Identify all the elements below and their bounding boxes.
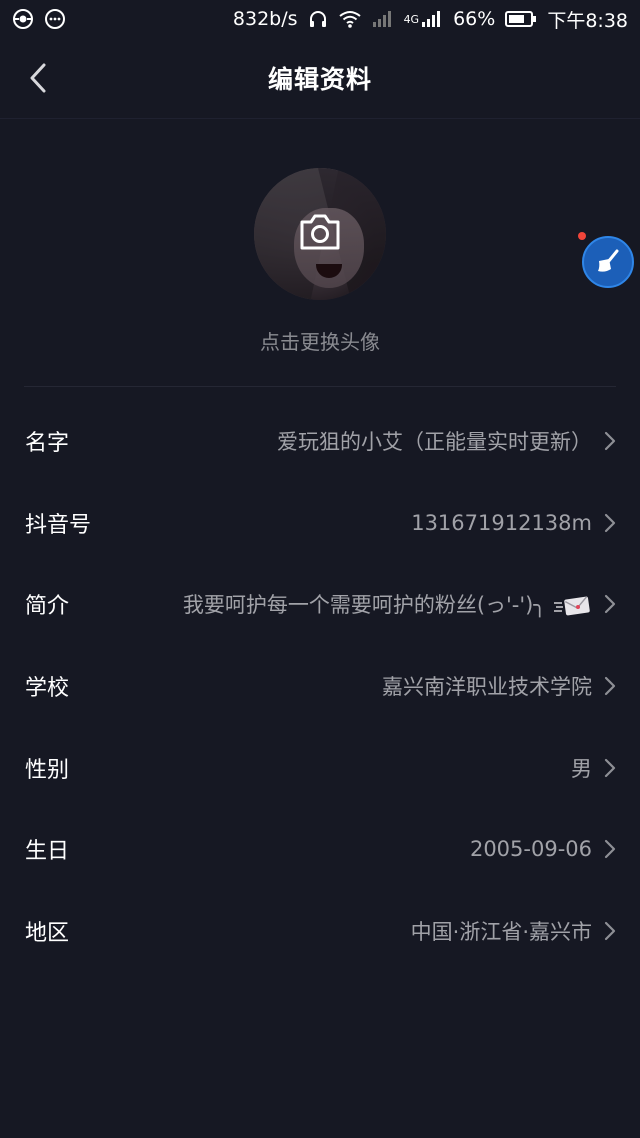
- flying-envelope-icon: [554, 596, 590, 616]
- field-label: 简介: [25, 594, 70, 620]
- app-icon: [12, 8, 34, 30]
- chevron-right-icon: [604, 431, 616, 451]
- top-nav-bar: 编辑资料: [0, 38, 640, 119]
- clock: 下午8:38: [547, 9, 628, 32]
- field-row-birthday[interactable]: 生日 2005-09-06: [0, 808, 640, 890]
- field-label: 学校: [25, 675, 70, 701]
- field-value: 我要呵护每一个需要呵护的粉丝(っ'-')╮: [182, 593, 546, 618]
- chevron-right-icon: [604, 921, 616, 941]
- chevron-right-icon: [604, 513, 616, 533]
- chevron-right-icon: [604, 676, 616, 696]
- field-label: 地区: [25, 920, 70, 946]
- back-button[interactable]: [18, 56, 58, 100]
- page-title: 编辑资料: [267, 65, 372, 94]
- field-value-wrap: 我要呵护每一个需要呵护的粉丝(っ'-')╮: [89, 589, 592, 619]
- floating-clean-button[interactable]: [582, 236, 634, 288]
- field-row-douyin-id[interactable]: 抖音号 131671912138m: [0, 482, 640, 564]
- wifi-icon: [338, 9, 362, 29]
- signal-icon: [372, 10, 394, 28]
- profile-fields: 名字 爱玩狙的小艾（正能量实时更新） 抖音号 131671912138m 简介 …: [0, 400, 640, 972]
- field-row-gender[interactable]: 性别 男: [0, 727, 640, 809]
- field-row-bio[interactable]: 简介 我要呵护每一个需要呵护的粉丝(っ'-')╮: [0, 563, 640, 645]
- avatar[interactable]: [254, 168, 386, 300]
- field-value: 嘉兴南洋职业技术学院: [382, 674, 592, 699]
- field-row-name[interactable]: 名字 爱玩狙的小艾（正能量实时更新）: [0, 400, 640, 482]
- change-avatar-caption[interactable]: 点击更换头像: [0, 326, 640, 355]
- headphones-icon: [308, 9, 328, 29]
- network-type: 4G: [403, 12, 420, 26]
- field-label: 生日: [25, 839, 70, 865]
- chevron-right-icon: [604, 594, 616, 614]
- chevron-right-icon: [604, 839, 616, 859]
- field-row-region[interactable]: 地区 中国·浙江省·嘉兴市: [0, 890, 640, 972]
- chevron-right-icon: [604, 758, 616, 778]
- field-row-school[interactable]: 学校 嘉兴南洋职业技术学院: [0, 645, 640, 727]
- camera-icon: [300, 214, 340, 250]
- field-value: 爱玩狙的小艾（正能量实时更新）: [277, 429, 592, 454]
- signal-icon: [421, 10, 443, 28]
- status-left: [12, 8, 66, 30]
- chevron-left-icon: [30, 63, 46, 93]
- broom-icon: [598, 249, 619, 272]
- field-value: 2005-09-06: [469, 837, 592, 862]
- field-label: 抖音号: [25, 512, 92, 538]
- notification-dot: [578, 232, 586, 240]
- battery-icon: [505, 10, 537, 28]
- field-value: 中国·浙江省·嘉兴市: [410, 919, 592, 944]
- field-value: 131671912138m: [411, 510, 592, 535]
- status-bar: 832b/s 4G 66% 下午8:38: [0, 0, 640, 38]
- edit-profile-screen: 832b/s 4G 66% 下午8:38 编辑资料 点击更换头像 名字 爱玩狙的…: [0, 0, 640, 1138]
- battery-percent: 66%: [453, 8, 496, 30]
- field-value: 男: [571, 756, 592, 781]
- status-right: 832b/s 4G 66% 下午8:38: [233, 6, 628, 33]
- field-label: 性别: [25, 757, 70, 783]
- field-label: 名字: [25, 430, 70, 456]
- divider: [24, 386, 616, 387]
- network-speed: 832b/s: [232, 8, 298, 30]
- chat-icon: [44, 8, 66, 30]
